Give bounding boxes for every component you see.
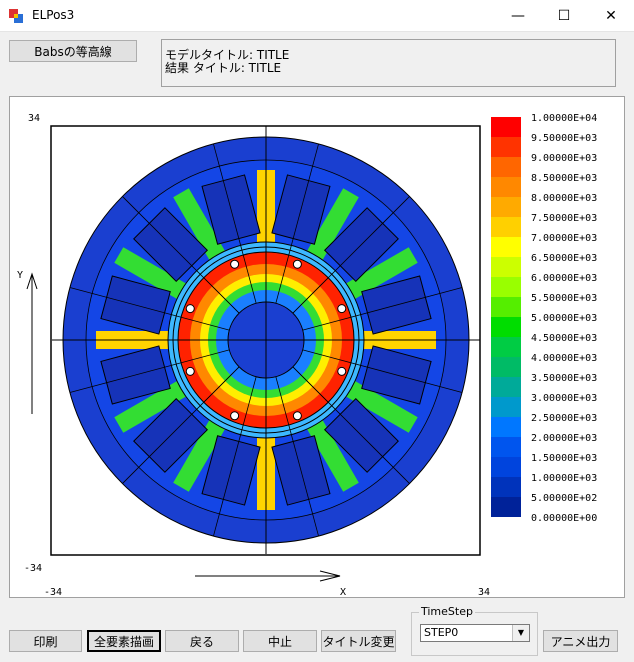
magnet-icon (230, 259, 240, 269)
title-bar: ELPos3 — ☐ ✕ (0, 0, 634, 32)
legend-label: 8.00000E+03 (531, 193, 597, 204)
legend-swatch (491, 237, 521, 257)
legend-label: 1.00000E+04 (531, 113, 597, 124)
window-title: ELPos3 (32, 8, 75, 22)
timestep-label: TimeStep (419, 605, 475, 618)
legend-label: 1.50000E+03 (531, 453, 597, 464)
magnet-icon (337, 304, 347, 314)
legend-swatch (491, 397, 521, 417)
legend-swatch (491, 477, 521, 497)
legend-label: 5.50000E+03 (531, 293, 597, 304)
legend-swatch (491, 277, 521, 297)
legend-swatch (491, 357, 521, 377)
legend-swatch (491, 317, 521, 337)
legend-label: 8.50000E+03 (531, 173, 597, 184)
legend-swatch (491, 297, 521, 317)
timestep-group: TimeStep STEP0 ▼ (411, 605, 538, 656)
legend-label: 9.50000E+03 (531, 133, 597, 144)
x-axis-label: X (340, 587, 346, 597)
legend-swatch (491, 217, 521, 237)
legend-label: 9.00000E+03 (531, 153, 597, 164)
legend-swatch (491, 417, 521, 437)
change-title-button[interactable]: タイトル変更 (321, 630, 396, 652)
legend-swatch (491, 437, 521, 457)
contour-plot: 34 -34 -34 34 Y X 1.00000E+04 9.50000E+03… (17, 113, 597, 598)
stop-button[interactable]: 中止 (243, 630, 317, 652)
magnet-icon (230, 411, 240, 421)
legend-swatch (491, 197, 521, 217)
maximize-button[interactable]: ☐ (541, 0, 587, 31)
legend-swatch (491, 117, 521, 137)
legend-label: 2.00000E+03 (531, 433, 597, 444)
legend-label: 3.50000E+03 (531, 373, 597, 384)
print-button[interactable]: 印刷 (9, 630, 82, 652)
minimize-button[interactable]: — (495, 0, 541, 31)
legend-swatch (491, 157, 521, 177)
legend-label: 1.00000E+03 (531, 473, 597, 484)
y-axis-label: Y (17, 270, 23, 281)
magnet-icon (292, 259, 302, 269)
app-icon (9, 9, 23, 23)
legend-label: 7.50000E+03 (531, 213, 597, 224)
magnet-icon (292, 411, 302, 421)
legend-swatch (491, 177, 521, 197)
x-max-label: 34 (478, 587, 490, 597)
draw-all-elements-button[interactable]: 全要素描画 (87, 630, 161, 652)
legend-label: 4.50000E+03 (531, 333, 597, 344)
legend-label: 7.00000E+03 (531, 233, 597, 244)
legend-swatch (491, 497, 521, 517)
legend-label: 5.00000E+02 (531, 493, 597, 504)
timestep-select[interactable]: STEP0 ▼ (420, 624, 530, 642)
y-max-label: 34 (28, 113, 40, 124)
legend-swatch (491, 337, 521, 357)
legend-label: 0.00000E+00 (531, 513, 597, 524)
close-button[interactable]: ✕ (588, 0, 634, 31)
legend-swatch (491, 377, 521, 397)
legend-swatch (491, 457, 521, 477)
y-min-label: -34 (24, 563, 42, 574)
legend-label: 6.50000E+03 (531, 253, 597, 264)
legend-label: 6.00000E+03 (531, 273, 597, 284)
contour-button[interactable]: Babsの等高線 (9, 40, 137, 62)
x-min-label: -34 (44, 587, 62, 597)
title-box: モデルタイトル: TITLE 結果 タイトル: TITLE (161, 39, 616, 87)
chevron-down-icon[interactable]: ▼ (512, 625, 529, 641)
magnet-icon (337, 366, 347, 376)
timestep-value: STEP0 (424, 626, 459, 639)
magnet-icon (185, 304, 195, 314)
legend-swatch (491, 257, 521, 277)
legend-label: 4.00000E+03 (531, 353, 597, 364)
plot-area: 34 -34 -34 34 Y X 1.00000E+04 9.50000E+03… (9, 96, 625, 598)
legend: 1.00000E+04 9.50000E+03 9.00000E+03 8.50000… (491, 113, 597, 524)
legend-label: 5.00000E+03 (531, 313, 597, 324)
legend-swatch (491, 137, 521, 157)
legend-label: 3.00000E+03 (531, 393, 597, 404)
back-button[interactable]: 戻る (165, 630, 239, 652)
result-title: 結果 タイトル: TITLE (165, 61, 282, 75)
animation-output-button[interactable]: アニメ出力 (543, 630, 618, 652)
magnet-icon (185, 366, 195, 376)
legend-label: 2.50000E+03 (531, 413, 597, 424)
